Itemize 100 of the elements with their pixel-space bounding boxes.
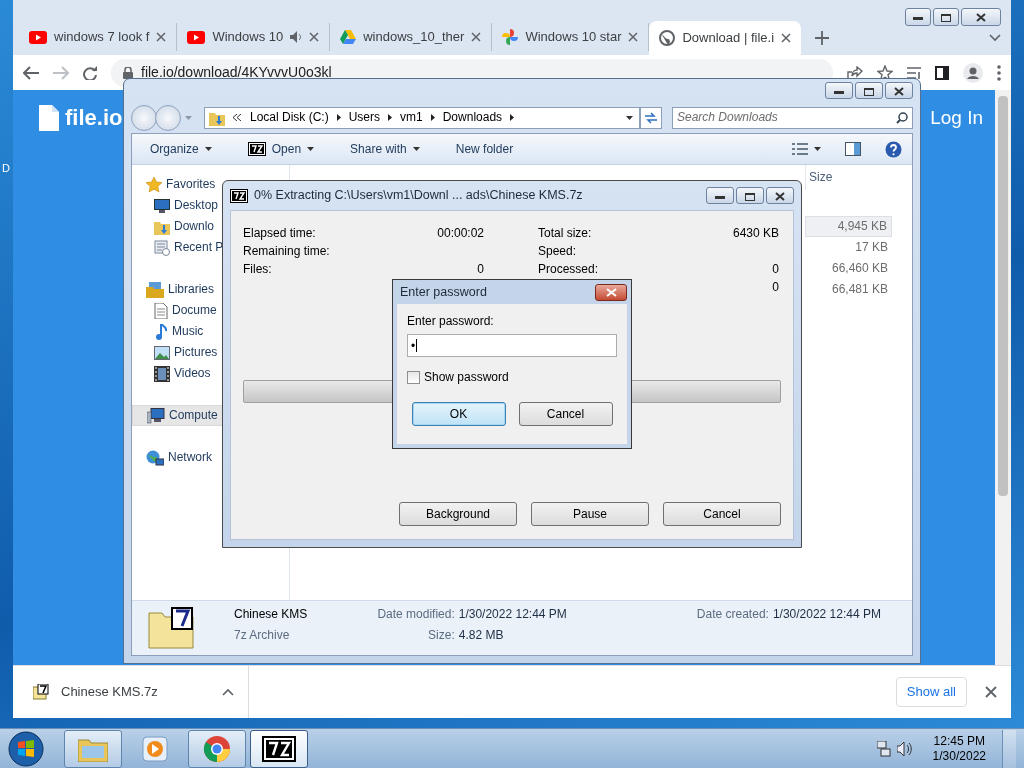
chrome-logo-icon — [203, 734, 231, 763]
dropdown-caret-icon — [626, 115, 633, 120]
library-icon — [146, 281, 164, 298]
checkbox-label[interactable]: Show password — [424, 370, 509, 385]
share-icon[interactable] — [847, 65, 863, 80]
search-icon — [896, 111, 908, 124]
desktop-icon-label[interactable]: D — [2, 162, 10, 176]
profile-icon[interactable] — [963, 62, 983, 83]
breadcrumb[interactable]: Users — [348, 110, 381, 125]
browser-tab[interactable]: windows_10_ther — [330, 23, 493, 51]
command-button[interactable]: New folder — [447, 140, 522, 158]
show-all-button[interactable]: Show all — [895, 677, 967, 707]
close-icon — [894, 87, 904, 97]
dialog-button[interactable]: Pause — [531, 502, 649, 526]
stat-value: 0 — [771, 280, 779, 296]
lock-icon — [123, 66, 133, 79]
stat-label: Processed: — [538, 262, 600, 278]
close-icon[interactable] — [156, 32, 167, 42]
breadcrumb-arrow-icon[interactable] — [430, 114, 435, 121]
breadcrumb-arrow-icon[interactable] — [510, 114, 515, 121]
view-options-icon[interactable] — [792, 143, 808, 155]
close-button[interactable] — [961, 8, 1001, 26]
archive-icon — [262, 735, 296, 762]
reload-icon[interactable] — [83, 65, 97, 80]
music-note-icon — [154, 323, 168, 340]
scrollbar[interactable] — [995, 90, 1011, 665]
close-icon[interactable] — [309, 32, 320, 42]
network-icon[interactable] — [876, 740, 891, 757]
stat-label: Speed: — [538, 244, 578, 260]
file-size[interactable]: 17 KB — [805, 237, 892, 258]
archive-icon — [230, 188, 248, 203]
download-file-name: Chinese KMS.7z — [61, 684, 158, 700]
reading-list-icon[interactable] — [907, 66, 921, 79]
dialog-button[interactable]: Background — [399, 502, 517, 526]
minimize-icon — [913, 15, 923, 20]
command-button[interactable]: Organize — [142, 140, 220, 158]
search-field[interactable]: Search Downloads — [672, 106, 913, 129]
file-size[interactable]: 4,945 KB — [805, 216, 892, 237]
minimize-button[interactable] — [825, 82, 853, 99]
maximize-icon — [745, 192, 755, 201]
scrollbar-thumb[interactable] — [998, 96, 1008, 496]
volume-icon[interactable] — [896, 741, 913, 756]
breadcrumb[interactable]: Downloads — [442, 110, 503, 125]
clock[interactable]: 12:45 PM 1/30/2022 — [932, 734, 986, 763]
back-icon[interactable] — [23, 65, 39, 80]
document-icon — [39, 105, 59, 132]
download-item[interactable]: Chinese KMS.7z — [33, 666, 249, 718]
minimize-button[interactable] — [706, 187, 734, 204]
file-size[interactable]: 66,460 KB — [805, 258, 892, 279]
file-size[interactable]: 66,481 KB — [805, 279, 892, 300]
preview-pane-icon[interactable] — [845, 142, 861, 156]
breadcrumb[interactable]: vm1 — [400, 110, 423, 125]
recent-places-icon — [154, 239, 170, 256]
field-label: Enter password: — [407, 314, 495, 329]
side-panel-icon[interactable] — [935, 65, 949, 80]
close-icon[interactable] — [628, 32, 639, 42]
tab-title: Download | file.i — [682, 30, 775, 46]
detail-value: 1/30/2022 12:44 PM — [458, 607, 568, 623]
close-button[interactable] — [595, 283, 627, 301]
pinwheel-icon — [502, 29, 519, 45]
refresh-button[interactable] — [640, 106, 662, 129]
help-icon[interactable] — [885, 140, 902, 158]
chevron-down-icon[interactable] — [989, 34, 1001, 42]
monitor-icon — [154, 198, 170, 213]
browser-tab[interactable]: Windows 10 — [177, 23, 331, 51]
close-button[interactable] — [885, 82, 913, 99]
bookmark-star-icon[interactable] — [877, 64, 893, 81]
breadcrumb-arrow-icon[interactable] — [336, 114, 341, 121]
breadcrumb[interactable]: Local Disk (C:) — [250, 110, 329, 125]
close-button[interactable] — [766, 187, 794, 204]
command-button[interactable]: Share with — [342, 140, 428, 158]
dialog-button[interactable]: OK — [411, 401, 506, 426]
browser-tab[interactable]: Download | file.i — [649, 21, 802, 55]
taskbar-button[interactable] — [250, 729, 308, 768]
breadcrumb-arrow-icon[interactable] — [388, 114, 393, 121]
caret-icon — [814, 147, 821, 151]
command-button[interactable]: Open — [239, 139, 323, 159]
overflow-chevron-icon[interactable] — [233, 114, 242, 121]
dialog-title: 0% Extracting C:\Users\vm1\Downl ... ads\Chinese KMS.7z — [254, 188, 583, 203]
close-icon[interactable] — [471, 32, 482, 42]
stat-label: Elapsed time: — [243, 226, 317, 242]
close-icon[interactable] — [985, 686, 997, 698]
checkbox[interactable] — [407, 371, 420, 385]
minimize-button[interactable] — [905, 8, 931, 26]
maximize-button[interactable] — [736, 187, 764, 204]
menu-icon[interactable] — [997, 64, 1001, 81]
new-tab-icon[interactable] — [815, 31, 830, 45]
address-field[interactable]: Local Disk (C:) Users vm1 Downloads — [204, 106, 640, 129]
caret-up-icon[interactable] — [222, 688, 234, 696]
maximize-button[interactable] — [855, 82, 883, 99]
column-header[interactable]: Size — [805, 165, 905, 190]
tab-title: Windows 10 star — [525, 29, 622, 45]
close-icon[interactable] — [781, 33, 792, 43]
password-field[interactable]: • — [407, 334, 617, 358]
stat-label: Remaining time: — [243, 244, 331, 260]
browser-tab[interactable]: windows 7 look f — [19, 23, 178, 51]
dialog-button[interactable]: Cancel — [518, 401, 613, 426]
stat-value: 6430 KB — [732, 226, 779, 242]
dialog-button[interactable]: Cancel — [663, 502, 781, 526]
maximize-button[interactable] — [933, 8, 959, 26]
